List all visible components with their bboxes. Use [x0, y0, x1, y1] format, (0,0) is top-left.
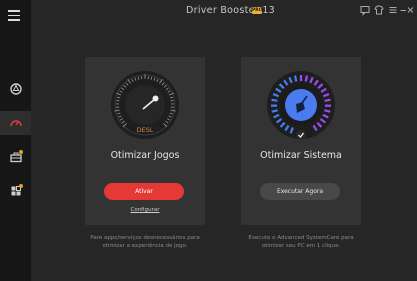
title-bar: Driver Booster 13 PRO — [0, 0, 417, 24]
refresh-ring-icon — [9, 83, 22, 95]
speedometer-icon — [9, 120, 22, 127]
card-title: Otimizar Jogos — [110, 150, 180, 161]
sidebar-item-action-center[interactable] — [0, 145, 31, 169]
notification-dot — [19, 150, 23, 154]
sidebar-item-scan[interactable] — [0, 77, 31, 101]
app-window: Driver Booster 13 PRO DESL Otimizar Jogo… — [0, 0, 417, 281]
game-mode-status: DESL — [136, 126, 154, 134]
shirt-icon[interactable] — [373, 4, 385, 16]
configure-link[interactable]: Configurar — [85, 207, 205, 213]
game-optimizer-description: Pare apps/serviços desnecessários para o… — [90, 235, 200, 249]
system-optimizer-card: Otimizar Sistema Executar Agora — [241, 57, 361, 225]
sidebar-item-boost[interactable] — [0, 111, 31, 135]
activate-button[interactable]: Ativar — [104, 183, 184, 200]
sidebar-item-tools[interactable] — [0, 179, 31, 203]
game-optimizer-card: DESL Otimizar Jogos Ativar Configurar — [85, 57, 205, 225]
notification-dot — [19, 184, 23, 188]
sidebar — [0, 0, 31, 281]
card-title: Otimizar Sistema — [260, 150, 342, 161]
system-optimizer-description: Execute o Advanced SystemCare para otimi… — [248, 235, 354, 249]
pro-badge: PRO — [252, 7, 263, 14]
system-ring — [267, 71, 335, 140]
chat-icon[interactable] — [359, 4, 371, 16]
close-icon[interactable] — [405, 4, 417, 16]
run-now-button[interactable]: Executar Agora — [260, 183, 340, 200]
